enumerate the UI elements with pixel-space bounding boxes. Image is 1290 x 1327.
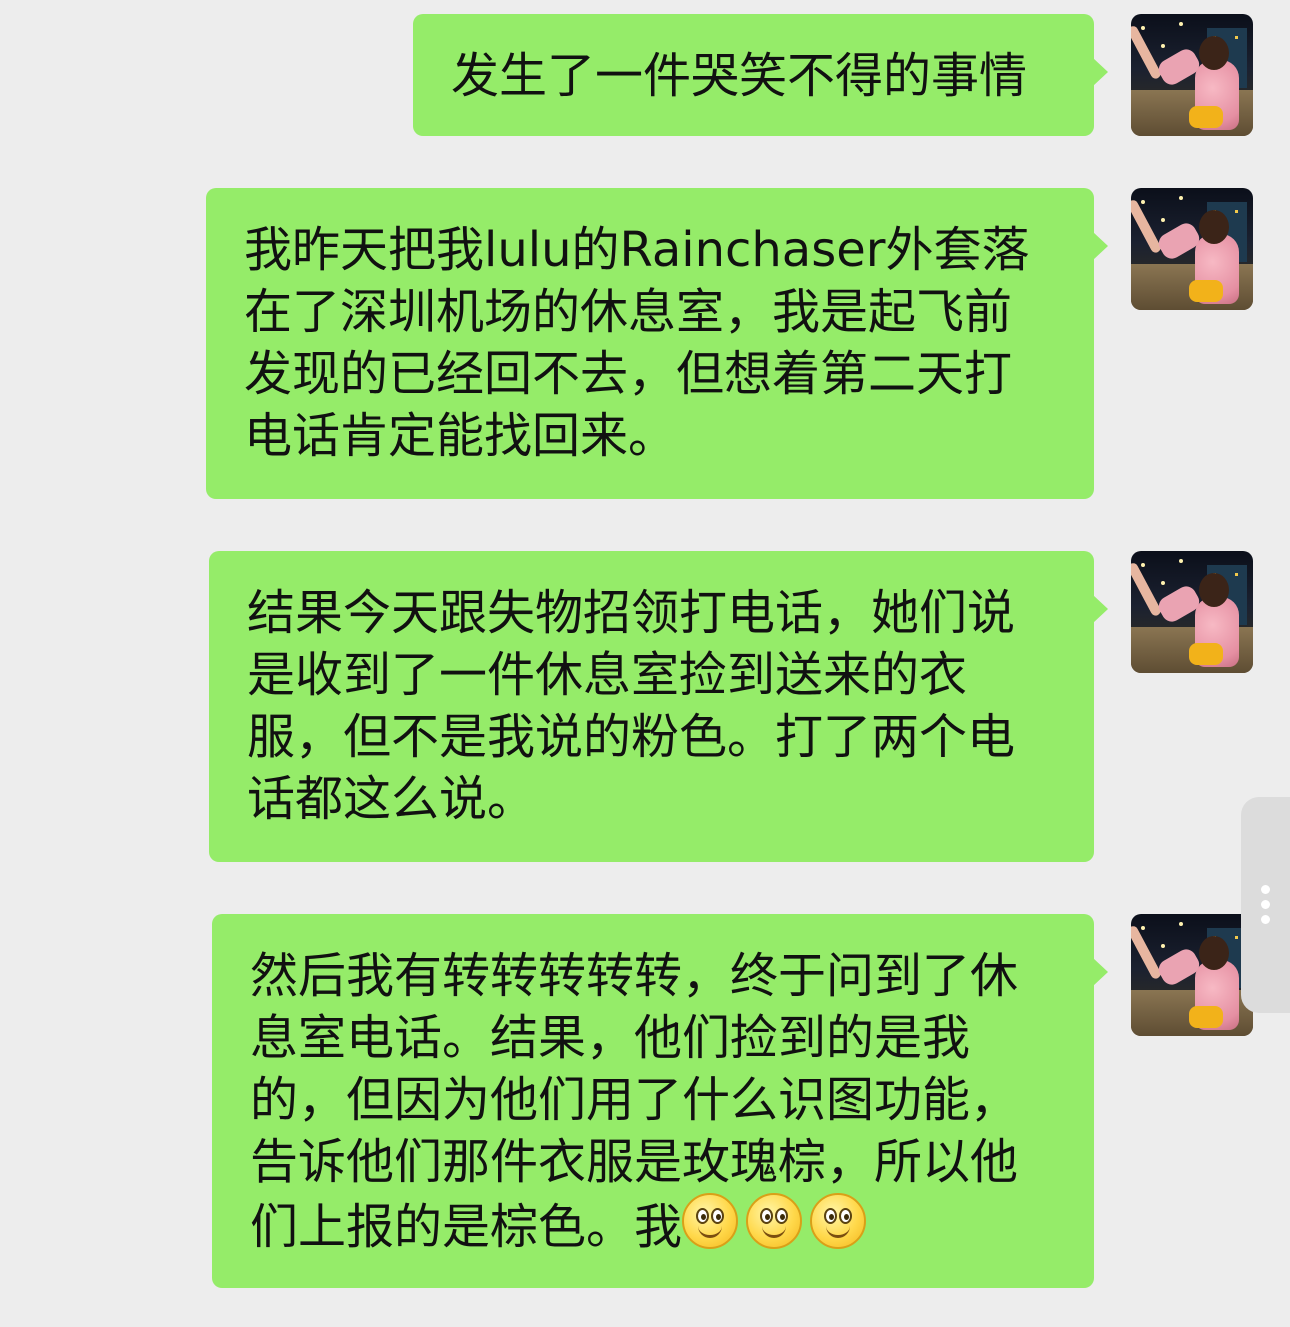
message-bubble[interactable]: 发生了一件哭笑不得的事情: [413, 14, 1108, 136]
smile-emoji-icon: [746, 1193, 803, 1249]
message-bubble[interactable]: 然后我有转转转转转，终于问到了休 息室电话。结果，他们捡到的是我 的，但因为他们…: [212, 914, 1108, 1288]
avatar[interactable]: [1131, 188, 1253, 310]
avatar[interactable]: [1131, 14, 1253, 136]
avatar[interactable]: [1131, 551, 1253, 673]
emoji-group: [682, 1193, 874, 1264]
message-text-content: 然后我有转转转转转，终于问到了休 息室电话。结果，他们捡到的是我 的，但因为他们…: [250, 948, 1019, 1255]
message-row: 发生了一件哭笑不得的事情: [0, 14, 1290, 138]
message-text: 发生了一件哭笑不得的事情: [451, 48, 1028, 104]
more-dots-icon: [1261, 900, 1270, 909]
floating-side-handle[interactable]: [1241, 797, 1290, 1013]
more-dots-icon: [1261, 915, 1270, 924]
message-text: 我昨天把我lulu的Rainchaser外套落 在了深圳机场的休息室，我是起飞前…: [244, 222, 1030, 464]
message-bubble[interactable]: 结果今天跟失物招领打电话，她们说 是收到了一件休息室捡到送来的衣 服，但不是我说…: [209, 551, 1108, 862]
more-dots-icon: [1261, 885, 1270, 894]
message-text: 然后我有转转转转转，终于问到了休 息室电话。结果，他们捡到的是我 的，但因为他们…: [250, 945, 1066, 1264]
message-row: 我昨天把我lulu的Rainchaser外套落 在了深圳机场的休息室，我是起飞前…: [0, 188, 1290, 500]
message-row: 然后我有转转转转转，终于问到了休 息室电话。结果，他们捡到的是我 的，但因为他们…: [0, 914, 1290, 1290]
message-row: 结果今天跟失物招领打电话，她们说 是收到了一件休息室捡到送来的衣 服，但不是我说…: [0, 551, 1290, 863]
smile-emoji-icon: [682, 1193, 739, 1249]
smile-emoji-icon: [810, 1193, 867, 1249]
message-bubble[interactable]: 我昨天把我lulu的Rainchaser外套落 在了深圳机场的休息室，我是起飞前…: [206, 188, 1108, 499]
avatar[interactable]: [1131, 914, 1253, 1036]
message-text: 结果今天跟失物招领打电话，她们说 是收到了一件休息室捡到送来的衣 服，但不是我说…: [247, 585, 1016, 827]
